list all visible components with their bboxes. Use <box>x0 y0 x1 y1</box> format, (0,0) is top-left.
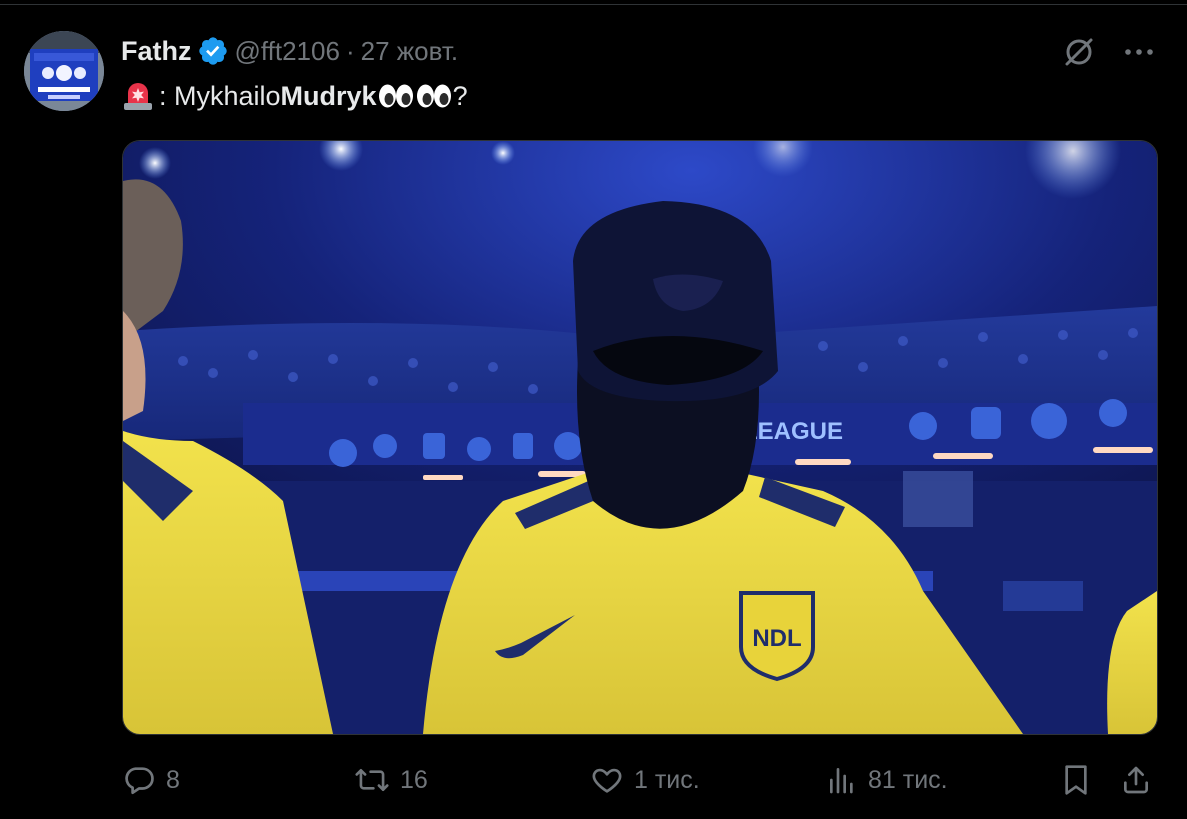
post-text-prefix: : Mykhailo <box>159 80 281 111</box>
share-icon <box>1124 766 1148 794</box>
post-action-bar: 8 16 1 тис. 81 тис. <box>122 758 1156 802</box>
author-handle[interactable]: @fft2106 <box>235 36 340 67</box>
repost-button[interactable]: 16 <box>354 758 428 802</box>
repost-count: 16 <box>400 765 428 794</box>
like-button[interactable]: 1 тис. <box>590 758 700 802</box>
board-text: LEAGUE <box>743 418 843 445</box>
grok-icon[interactable] <box>1061 34 1097 70</box>
reply-button[interactable]: 8 <box>122 758 180 802</box>
reply-count: 8 <box>166 765 180 794</box>
club-crest-text: NDL <box>752 625 801 652</box>
siren-emoji-icon <box>121 79 155 113</box>
views-icon <box>830 768 853 794</box>
share-button[interactable] <box>1120 758 1152 802</box>
verified-badge-icon <box>197 35 229 67</box>
like-count: 1 тис. <box>634 765 700 794</box>
post-media-image[interactable]: LEAGUE NDL <box>122 140 1158 735</box>
post-text-bold-name: Mudryk <box>280 80 377 111</box>
avatar-image <box>24 31 104 111</box>
separator-dot: · <box>345 35 355 66</box>
author-avatar[interactable] <box>24 31 104 111</box>
views-button[interactable]: 81 тис. <box>826 758 948 802</box>
post-text: : Mykhailo Mudryk ? <box>121 76 468 116</box>
author-name[interactable]: Fathz <box>121 36 192 67</box>
eyes-emoji-icon <box>378 83 414 109</box>
views-count: 81 тис. <box>868 765 948 794</box>
post-header: Fathz @fft2106 · 27 жовт. <box>121 32 458 70</box>
top-divider <box>0 4 1187 5</box>
reply-icon <box>125 767 154 795</box>
bookmark-icon <box>1065 765 1087 795</box>
eyes-emoji-icon <box>416 83 452 109</box>
more-options-icon[interactable] <box>1121 34 1157 70</box>
post-top-actions <box>1061 34 1157 70</box>
heart-icon <box>592 768 622 793</box>
post-text-suffix: ? <box>452 80 468 111</box>
repost-icon <box>355 768 389 792</box>
post-date[interactable]: 27 жовт. <box>361 36 459 67</box>
bookmark-button[interactable] <box>1060 758 1092 802</box>
